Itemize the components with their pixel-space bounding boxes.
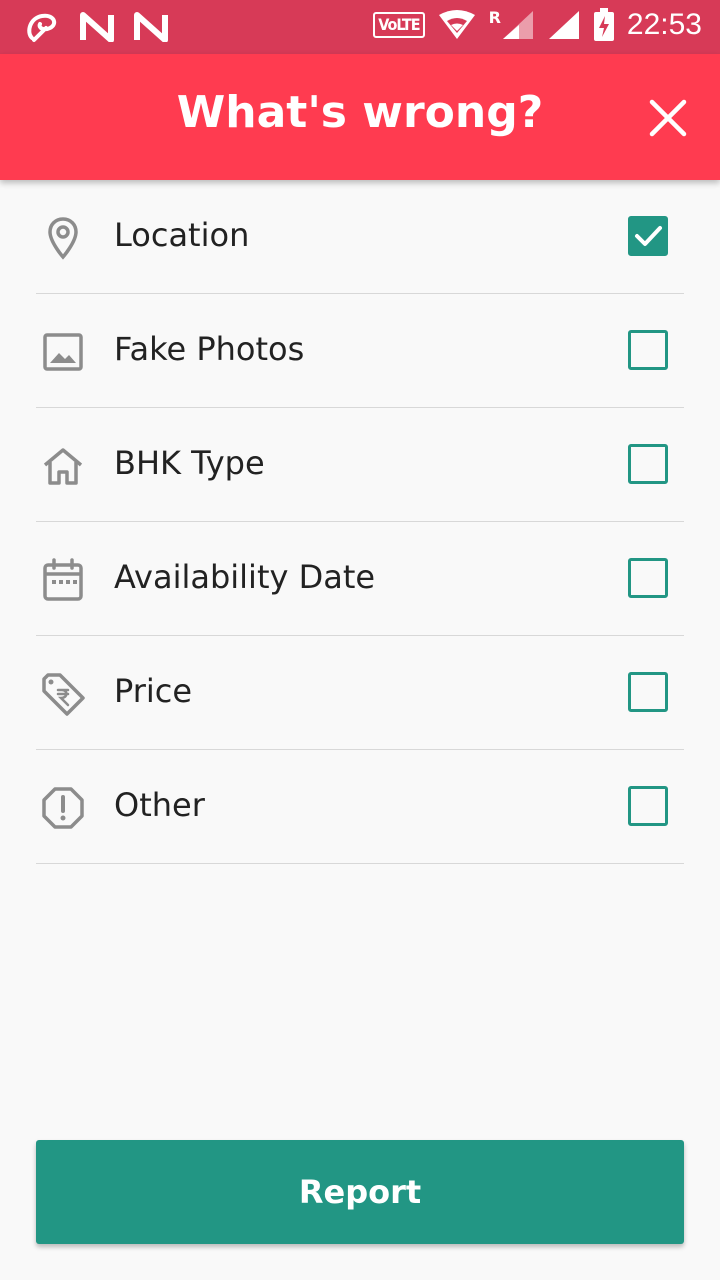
page-title: What's wrong? bbox=[176, 87, 544, 138]
notification-n-icon bbox=[134, 12, 168, 42]
volte-icon: VoLTE bbox=[373, 12, 425, 38]
price-checkbox[interactable] bbox=[628, 672, 668, 712]
fake-photos-checkbox[interactable] bbox=[628, 330, 668, 370]
close-button[interactable] bbox=[646, 96, 690, 140]
roaming-indicator: R bbox=[488, 8, 501, 27]
option-fake-photos[interactable]: Fake Photos bbox=[36, 294, 684, 408]
option-label: Price bbox=[114, 672, 193, 710]
close-icon bbox=[649, 99, 687, 137]
alert-octagon-icon bbox=[42, 787, 84, 829]
other-checkbox[interactable] bbox=[628, 786, 668, 826]
option-availability-date[interactable]: Availability Date bbox=[36, 522, 684, 636]
location-checkbox[interactable] bbox=[628, 216, 668, 256]
signal-icon bbox=[548, 11, 579, 39]
report-button[interactable]: Report bbox=[36, 1140, 684, 1244]
option-label: Availability Date bbox=[114, 558, 376, 596]
checkmark-icon bbox=[635, 226, 662, 246]
option-other[interactable]: Other bbox=[36, 750, 684, 864]
status-bar: VoLTE R 22:53 bbox=[0, 0, 720, 54]
image-icon bbox=[43, 333, 83, 371]
bhk-type-checkbox[interactable] bbox=[628, 444, 668, 484]
option-label: BHK Type bbox=[114, 444, 265, 482]
option-label: Fake Photos bbox=[114, 330, 305, 368]
battery-charging-icon bbox=[593, 8, 614, 41]
price-tag-icon bbox=[42, 673, 85, 716]
option-price[interactable]: Price bbox=[36, 636, 684, 750]
signal-icon bbox=[502, 11, 533, 39]
airtel-icon bbox=[27, 13, 57, 42]
issue-options-list: Location Fake Photos BHK Type Availabili… bbox=[36, 180, 684, 864]
option-label: Other bbox=[114, 786, 205, 824]
availability-date-checkbox[interactable] bbox=[628, 558, 668, 598]
notification-n-icon bbox=[80, 12, 114, 42]
option-bhk-type[interactable]: BHK Type bbox=[36, 408, 684, 522]
wifi-icon bbox=[438, 10, 475, 39]
house-icon bbox=[43, 448, 83, 485]
option-location[interactable]: Location bbox=[36, 180, 684, 294]
location-pin-icon bbox=[48, 217, 78, 260]
app-bar: What's wrong? bbox=[0, 54, 720, 180]
calendar-icon bbox=[43, 558, 83, 601]
status-time: 22:53 bbox=[626, 8, 702, 41]
option-label: Location bbox=[114, 216, 250, 254]
